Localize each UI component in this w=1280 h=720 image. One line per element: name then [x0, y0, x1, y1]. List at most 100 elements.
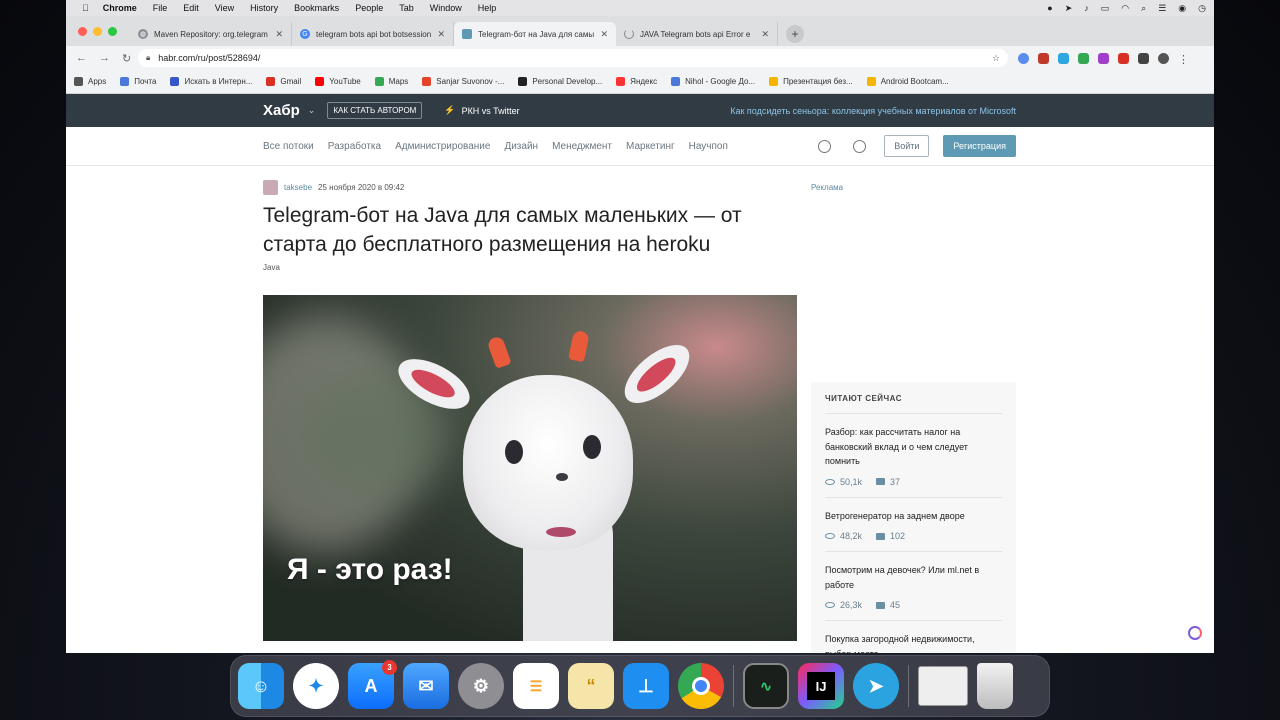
- promo-link[interactable]: Как подсидеть сеньора: коллекция учебных…: [730, 106, 1016, 116]
- bookmark-presentation[interactable]: Презентация без...: [769, 77, 853, 86]
- wifi-icon[interactable]: ◠: [1121, 3, 1129, 14]
- tab-habr-article[interactable]: Telegram-бот на Java для самых ✕: [454, 22, 616, 46]
- bookmark-pochta[interactable]: Почта: [120, 77, 156, 86]
- intellij-icon[interactable]: IJ: [798, 663, 844, 709]
- close-window-button[interactable]: [78, 27, 87, 36]
- comments-link[interactable]: 45: [876, 600, 900, 610]
- document-thumbnail-icon[interactable]: [918, 666, 968, 706]
- telegram-status-icon[interactable]: ➤: [1065, 3, 1073, 14]
- new-tab-button[interactable]: +: [786, 25, 804, 43]
- pkh-link[interactable]: ⚡ РКН vs Twitter: [444, 105, 519, 116]
- activity-monitor-icon[interactable]: ∿: [743, 663, 789, 709]
- bookmark-maps[interactable]: Maps: [374, 77, 408, 86]
- extension-icon[interactable]: [1038, 52, 1049, 64]
- bookmark-star-icon[interactable]: ☆: [992, 53, 1000, 64]
- extension-icon[interactable]: [1078, 52, 1089, 64]
- menu-edit[interactable]: Edit: [183, 3, 199, 13]
- bookmark-yandex[interactable]: Яндекс: [616, 77, 657, 86]
- puzzle-icon[interactable]: [1138, 52, 1149, 64]
- avatar[interactable]: [1158, 52, 1169, 64]
- bookmark-gitlab[interactable]: Sanjar Suvonov -...: [422, 77, 504, 86]
- post-link[interactable]: Ветрогенератор на заднем дворе: [825, 509, 1002, 524]
- clickup-icon[interactable]: [1188, 626, 1202, 640]
- bookmark-personal[interactable]: Personal Develop...: [518, 77, 602, 86]
- extension-icon[interactable]: [1118, 52, 1129, 64]
- menu-people[interactable]: People: [355, 3, 383, 13]
- keynote-icon[interactable]: ⊥: [623, 663, 669, 709]
- address-bar[interactable]: 🔒︎ habr.com/ru/post/528694/ ☆: [138, 49, 1008, 67]
- app-store-icon[interactable]: A3: [348, 660, 397, 709]
- mail-icon[interactable]: ✉: [403, 663, 449, 709]
- reminders-icon[interactable]: ☰: [513, 663, 559, 709]
- minimize-window-button[interactable]: [93, 27, 102, 36]
- extension-icon[interactable]: [1018, 52, 1029, 64]
- close-icon[interactable]: ✕: [600, 29, 608, 40]
- reload-icon[interactable]: ↻: [122, 52, 131, 65]
- bookmark-apps[interactable]: Apps: [74, 77, 106, 86]
- menu-window[interactable]: Window: [430, 3, 462, 13]
- siri-icon[interactable]: ◉: [1178, 3, 1186, 14]
- nav-popsci[interactable]: Научпоп: [689, 141, 728, 152]
- menu-file[interactable]: File: [153, 3, 168, 13]
- nav-all-streams[interactable]: Все потоки: [263, 141, 314, 152]
- menu-app-name[interactable]: Chrome: [103, 3, 137, 13]
- volume-icon[interactable]: ♪: [1084, 3, 1089, 13]
- bookmark-gmail[interactable]: Gmail: [266, 77, 301, 86]
- comments-link[interactable]: 37: [876, 477, 900, 487]
- nav-administration[interactable]: Администрирование: [395, 141, 490, 152]
- forward-icon[interactable]: →: [99, 52, 110, 65]
- finder-icon[interactable]: ☺: [238, 663, 284, 709]
- post-link[interactable]: Разбор: как рассчитать налог на банковск…: [825, 425, 1002, 469]
- record-icon[interactable]: ●: [1047, 3, 1052, 13]
- search-icon[interactable]: [818, 139, 832, 153]
- bookmark-youtube[interactable]: YouTube: [315, 77, 361, 86]
- safari-icon[interactable]: ✦: [293, 663, 339, 709]
- globe-icon[interactable]: [853, 139, 867, 153]
- post-link[interactable]: Покупка загородной недвижимости, выбор м…: [825, 632, 1002, 653]
- nav-design[interactable]: Дизайн: [504, 141, 538, 152]
- more-icon[interactable]: ⋮: [1178, 53, 1189, 66]
- telegram-icon[interactable]: ➤: [853, 663, 899, 709]
- register-button[interactable]: Регистрация: [943, 135, 1016, 157]
- nav-management[interactable]: Менеджмент: [552, 141, 612, 152]
- menu-view[interactable]: View: [215, 3, 234, 13]
- bookmark-google-docs[interactable]: Nihol - Google До...: [671, 77, 755, 86]
- control-center-icon[interactable]: ☰: [1158, 3, 1166, 14]
- zoom-window-button[interactable]: [108, 27, 117, 36]
- tab-google[interactable]: G telegram bots api bot botsession ✕: [292, 22, 454, 46]
- spotlight-icon[interactable]: ⌕: [1141, 3, 1146, 14]
- apple-icon[interactable]: : [82, 3, 89, 13]
- lock-icon[interactable]: 🔒︎: [146, 53, 150, 63]
- trash-icon[interactable]: [977, 663, 1013, 709]
- avatar[interactable]: [263, 180, 278, 195]
- tab-java-error[interactable]: JAVA Telegram bots api Error e ✕: [616, 22, 778, 46]
- chevron-down-icon[interactable]: ⌄: [308, 105, 316, 116]
- author-link[interactable]: taksebe: [284, 183, 312, 192]
- login-button[interactable]: Войти: [884, 135, 930, 157]
- post-link[interactable]: Посмотрим на девочек? Или ml.net в работ…: [825, 563, 1002, 592]
- bookmark-android[interactable]: Android Bootcam...: [866, 77, 949, 86]
- tab-maven[interactable]: ◍ Maven Repository: org.telegram ✕: [130, 22, 292, 46]
- pages-icon[interactable]: “: [568, 663, 614, 709]
- become-author-button[interactable]: КАК СТАТЬ АВТОРОМ: [327, 102, 423, 119]
- close-icon[interactable]: ✕: [275, 29, 283, 40]
- battery-icon[interactable]: ▭: [1101, 3, 1110, 14]
- close-icon[interactable]: ✕: [761, 29, 769, 40]
- system-preferences-icon[interactable]: ⚙: [458, 663, 504, 709]
- comments-link[interactable]: 102: [876, 531, 905, 541]
- chrome-icon[interactable]: [678, 663, 724, 709]
- menu-bookmarks[interactable]: Bookmarks: [294, 3, 339, 13]
- nav-marketing[interactable]: Маркетинг: [626, 141, 675, 152]
- bookmark-search[interactable]: Искать в Интерн...: [170, 77, 252, 86]
- habr-logo[interactable]: Хабр: [263, 102, 300, 119]
- menu-history[interactable]: History: [250, 3, 278, 13]
- menu-tab[interactable]: Tab: [399, 3, 414, 13]
- extension-icon[interactable]: [1058, 52, 1069, 64]
- close-icon[interactable]: ✕: [437, 29, 445, 40]
- extension-icon[interactable]: [1098, 52, 1109, 64]
- back-icon[interactable]: ←: [76, 52, 87, 65]
- hub-tag[interactable]: Java: [263, 263, 797, 272]
- clock-icon[interactable]: ◷: [1198, 3, 1206, 14]
- nav-development[interactable]: Разработка: [328, 141, 381, 152]
- menu-help[interactable]: Help: [478, 3, 497, 13]
